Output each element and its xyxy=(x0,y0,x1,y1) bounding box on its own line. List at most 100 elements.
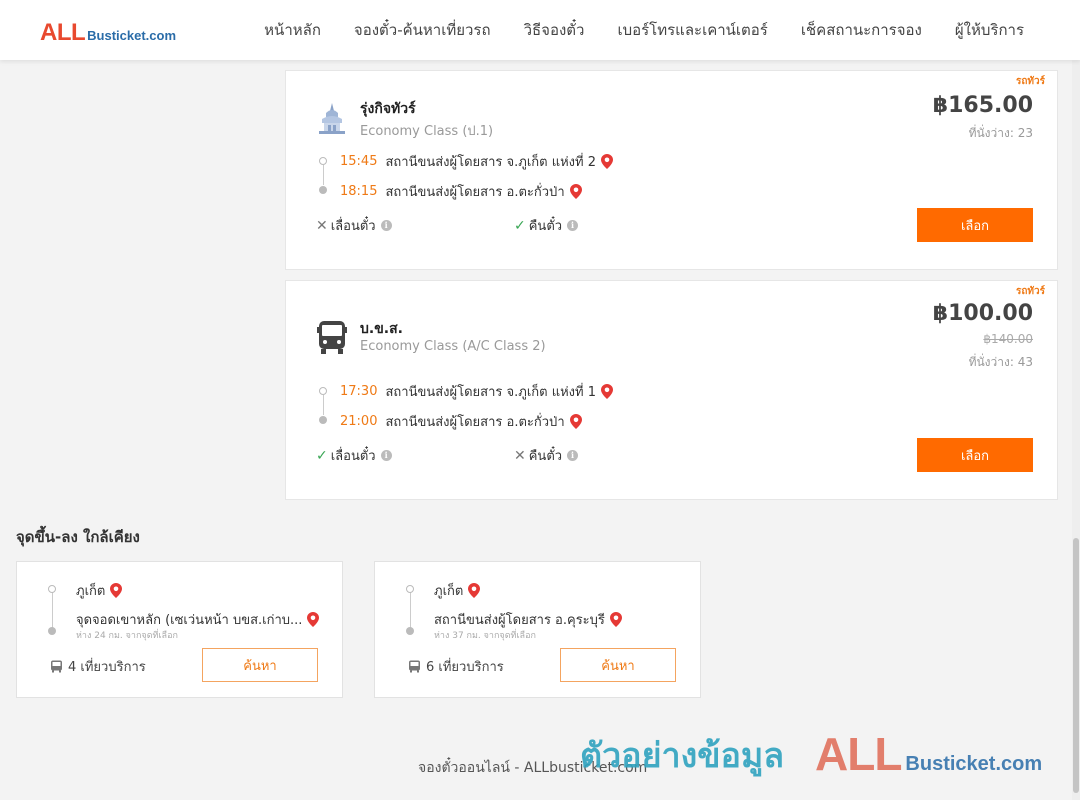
scrollbar-thumb[interactable] xyxy=(1073,538,1079,793)
map-pin-icon[interactable] xyxy=(601,154,614,169)
trip-card: รถทัวร์ รุ่งกิจทัวร์ Economy Class (ป.1)… xyxy=(285,70,1058,270)
nearby-origin: ภูเก็ต xyxy=(434,580,481,601)
bus-icon xyxy=(317,321,347,354)
cross-icon: ✕ xyxy=(316,217,328,234)
info-icon[interactable]: i xyxy=(567,220,579,231)
nearby-title: จุดขึ้น-ลง ใกล้เคียง xyxy=(16,528,140,546)
departure-time: 15:45 xyxy=(340,154,378,169)
trip-count: 4 เที่ยวบริการ xyxy=(50,656,146,677)
operator-name: บ.ข.ส. xyxy=(360,321,403,337)
origin-label: ภูเก็ต xyxy=(76,584,106,599)
info-icon[interactable]: i xyxy=(567,450,579,461)
bus-icon xyxy=(51,660,62,673)
seats-available: ที่นั่งว่าง: 23 xyxy=(968,126,1033,140)
distance-note: ห่าง 37 กม. จากจุดที่เลือก xyxy=(434,631,536,641)
map-pin-icon[interactable] xyxy=(569,414,582,429)
departure-stop: 17:30 สถานีขนส่งผู้โดยสาร จ.ภูเก็ต แห่งท… xyxy=(340,381,614,402)
trip-tag: รถทัวร์ xyxy=(1015,76,1045,87)
nearby-card: ภูเก็ต สถานีขนส่งผู้โดยสาร อ.คุระบุรี ห่… xyxy=(374,561,701,698)
nav-book-search[interactable]: จองตั๋ว-ค้นหาเที่ยวรถ xyxy=(354,18,491,42)
reschedule-label: เลื่อนตั๋ว xyxy=(330,449,376,464)
map-pin-icon[interactable] xyxy=(609,612,622,627)
arrival-time: 21:00 xyxy=(340,414,378,429)
arrival-stop: 21:00 สถานีขนส่งผู้โดยสาร อ.ตะกั่วป่า xyxy=(340,411,582,432)
check-icon: ✓ xyxy=(514,217,526,234)
temple-icon xyxy=(319,103,345,134)
origin-dot xyxy=(406,585,414,593)
reschedule-label: เลื่อนตั๋ว xyxy=(330,219,376,234)
trip-price: ฿100.00 xyxy=(932,301,1033,326)
nav-check-booking[interactable]: เช็คสถานะการจอง xyxy=(801,18,922,42)
nearby-origin: ภูเก็ต xyxy=(76,580,123,601)
destination-dot xyxy=(48,627,56,635)
bus-icon xyxy=(409,660,420,673)
nav-how-to-book[interactable]: วิธีจองตั๋ว xyxy=(524,18,585,42)
map-pin-icon[interactable] xyxy=(569,184,582,199)
page-scrollbar[interactable] xyxy=(1072,60,1080,800)
trip-count: 6 เที่ยวบริการ xyxy=(408,656,504,677)
site-logo[interactable]: ALL Busticket.com xyxy=(40,19,176,47)
arrival-dot xyxy=(319,186,327,194)
watermark-text: ตัวอย่างข้อมูล xyxy=(580,736,785,776)
origin-label: ภูเก็ต xyxy=(434,584,464,599)
map-pin-icon[interactable] xyxy=(307,612,320,627)
operator-class: Economy Class (A/C Class 2) xyxy=(360,339,546,354)
logo-secondary: Busticket.com xyxy=(87,28,177,43)
route-line xyxy=(322,395,324,415)
arrival-place: สถานีขนส่งผู้โดยสาร อ.ตะกั่วป่า xyxy=(385,415,565,430)
destination-label: จุดจอดเขาหลัก (เซเว่นหน้า บขส.เก่าบ... xyxy=(76,613,303,628)
select-trip-button[interactable]: เลือก xyxy=(917,208,1033,242)
nav-operators[interactable]: ผู้ให้บริการ xyxy=(955,18,1024,42)
operator-name: รุ่งกิจทัวร์ xyxy=(360,101,416,117)
site-header: ALL Busticket.com หน้าหลัก จองตั๋ว-ค้นหา… xyxy=(0,0,1080,60)
nearby-destination: จุดจอดเขาหลัก (เซเว่นหน้า บขส.เก่าบ... xyxy=(76,609,320,630)
trip-count-label: 6 เที่ยวบริการ xyxy=(426,660,504,675)
reschedule-policy: ✓ เลื่อนตั๋ว i xyxy=(316,445,392,466)
watermark-logo-secondary: Busticket.com xyxy=(905,753,1043,775)
route-timeline xyxy=(318,385,328,425)
check-icon: ✓ xyxy=(316,447,328,464)
original-price: ฿140.00 xyxy=(983,332,1033,346)
trip-card: รถทัวร์ บ.ข.ส. Economy Class (A/C Class … xyxy=(285,280,1058,500)
destination-label: สถานีขนส่งผู้โดยสาร อ.คุระบุรี xyxy=(434,613,605,628)
departure-place: สถานีขนส่งผู้โดยสาร จ.ภูเก็ต แห่งที่ 1 xyxy=(385,385,597,400)
nav-home[interactable]: หน้าหลัก xyxy=(264,18,321,42)
main-nav: หน้าหลัก จองตั๋ว-ค้นหาเที่ยวรถ วิธีจองตั… xyxy=(231,0,1024,60)
operator-class: Economy Class (ป.1) xyxy=(360,124,494,139)
map-pin-icon[interactable] xyxy=(468,583,481,598)
watermark-logo-primary: ALL xyxy=(815,728,902,780)
nearby-card: ภูเก็ต จุดจอดเขาหลัก (เซเว่นหน้า บขส.เก่… xyxy=(16,561,343,698)
arrival-time: 18:15 xyxy=(340,184,378,199)
select-trip-button[interactable]: เลือก xyxy=(917,438,1033,472)
departure-time: 17:30 xyxy=(340,384,378,399)
departure-place: สถานีขนส่งผู้โดยสาร จ.ภูเก็ต แห่งที่ 2 xyxy=(385,155,597,170)
search-button[interactable]: ค้นหา xyxy=(202,648,318,682)
reschedule-policy: ✕ เลื่อนตั๋ว i xyxy=(316,215,392,236)
trip-count-label: 4 เที่ยวบริการ xyxy=(68,660,146,675)
nav-phone-counters[interactable]: เบอร์โทรและเคาน์เตอร์ xyxy=(617,18,767,42)
info-icon[interactable]: i xyxy=(380,450,392,461)
trip-price: ฿165.00 xyxy=(932,93,1033,118)
route-timeline xyxy=(318,155,328,195)
route-line xyxy=(410,587,411,631)
logo-primary: ALL xyxy=(40,19,86,46)
distance-note: ห่าง 24 กม. จากจุดที่เลือก xyxy=(76,631,178,641)
trip-tag: รถทัวร์ xyxy=(1015,286,1045,297)
seats-available: ที่นั่งว่าง: 43 xyxy=(968,355,1033,369)
route-line xyxy=(52,587,53,631)
nearby-destination: สถานีขนส่งผู้โดยสาร อ.คุระบุรี xyxy=(434,609,622,630)
search-button[interactable]: ค้นหา xyxy=(560,648,676,682)
origin-dot xyxy=(48,585,56,593)
refund-policy: ✓ คืนตั๋ว i xyxy=(514,215,579,236)
info-icon[interactable]: i xyxy=(380,220,392,231)
map-pin-icon[interactable] xyxy=(110,583,123,598)
departure-dot xyxy=(319,387,327,395)
arrival-stop: 18:15 สถานีขนส่งผู้โดยสาร อ.ตะกั่วป่า xyxy=(340,181,582,202)
arrival-place: สถานีขนส่งผู้โดยสาร อ.ตะกั่วป่า xyxy=(385,185,565,200)
cross-icon: ✕ xyxy=(514,447,526,464)
refund-policy: ✕ คืนตั๋ว i xyxy=(514,445,579,466)
departure-dot xyxy=(319,157,327,165)
watermark-logo: ALL Busticket.com xyxy=(815,727,1042,781)
map-pin-icon[interactable] xyxy=(601,384,614,399)
destination-dot xyxy=(406,627,414,635)
